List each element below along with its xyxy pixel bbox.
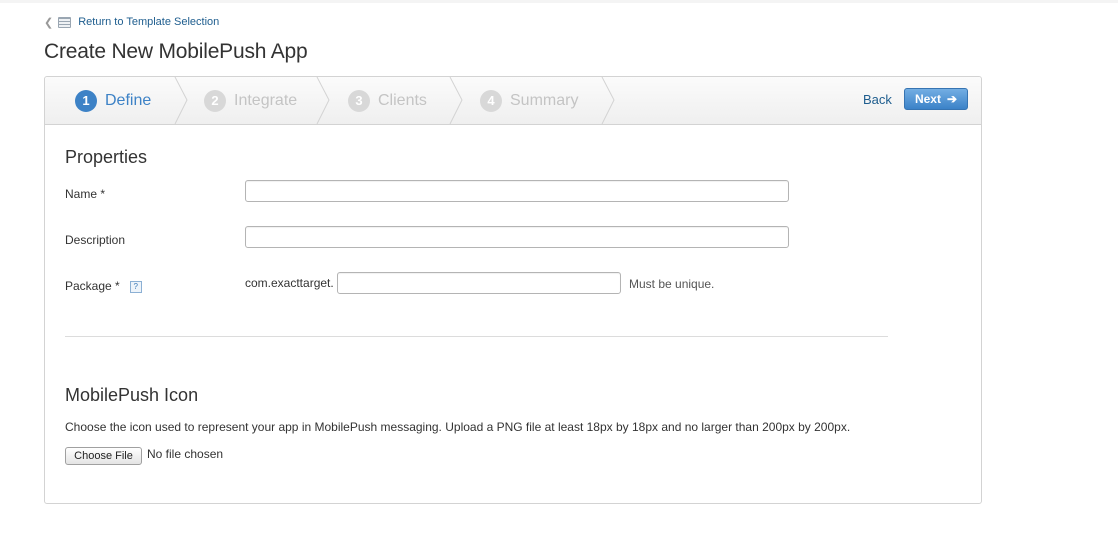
wizard-step-clients[interactable]: 3 Clients [348,77,427,124]
package-label-row: Package *? [65,279,142,293]
file-status: No file chosen [147,447,224,461]
package-label: Package * [65,279,120,293]
list-icon [58,16,72,28]
wizard-step-define[interactable]: 1 Define [75,77,151,124]
chevron-left-icon: ❮ [44,16,54,29]
step-number: 3 [348,89,370,112]
section-divider [65,336,888,337]
arrow-right-icon: ➔ [946,92,958,106]
wizard-step-integrate[interactable]: 2 Integrate [204,77,297,124]
properties-heading: Properties [65,147,148,167]
next-button[interactable]: Next ➔ [904,88,968,110]
step-number: 2 [204,89,226,112]
wizard-panel: 1 Define 2 Integrate 3 Clients 4 Summary… [44,76,982,504]
back-button[interactable]: Back [863,92,892,107]
step-label: Integrate [234,91,298,109]
name-input[interactable] [245,180,789,202]
step-label: Clients [378,91,427,109]
wizard-steps-bar: 1 Define 2 Integrate 3 Clients 4 Summary… [45,77,981,125]
step-label: Summary [510,91,579,109]
page-title: Create New MobilePush App [44,40,308,63]
name-label: Name * [65,187,106,201]
step-number: 1 [75,89,97,112]
return-link-label: Return to Template Selection [78,16,220,28]
return-to-template-selection-link[interactable]: ❮ Return to Template Selection [44,14,219,30]
wizard-step-summary[interactable]: 4 Summary [480,77,578,124]
description-input[interactable] [245,226,789,248]
help-icon[interactable]: ? [129,280,142,293]
package-unique-note: Must be unique. [629,277,715,291]
step-label: Define [105,91,152,109]
description-label: Description [65,233,126,247]
package-input[interactable] [337,272,621,294]
next-button-label: Next [914,92,941,106]
package-prefix: com.exacttarget. [245,276,334,290]
step-number: 4 [480,89,502,112]
top-border [0,0,1118,3]
choose-file-button[interactable]: Choose File [65,447,142,465]
mobilepush-icon-heading: MobilePush Icon [65,385,199,405]
icon-description: Choose the icon used to represent your a… [65,420,851,434]
